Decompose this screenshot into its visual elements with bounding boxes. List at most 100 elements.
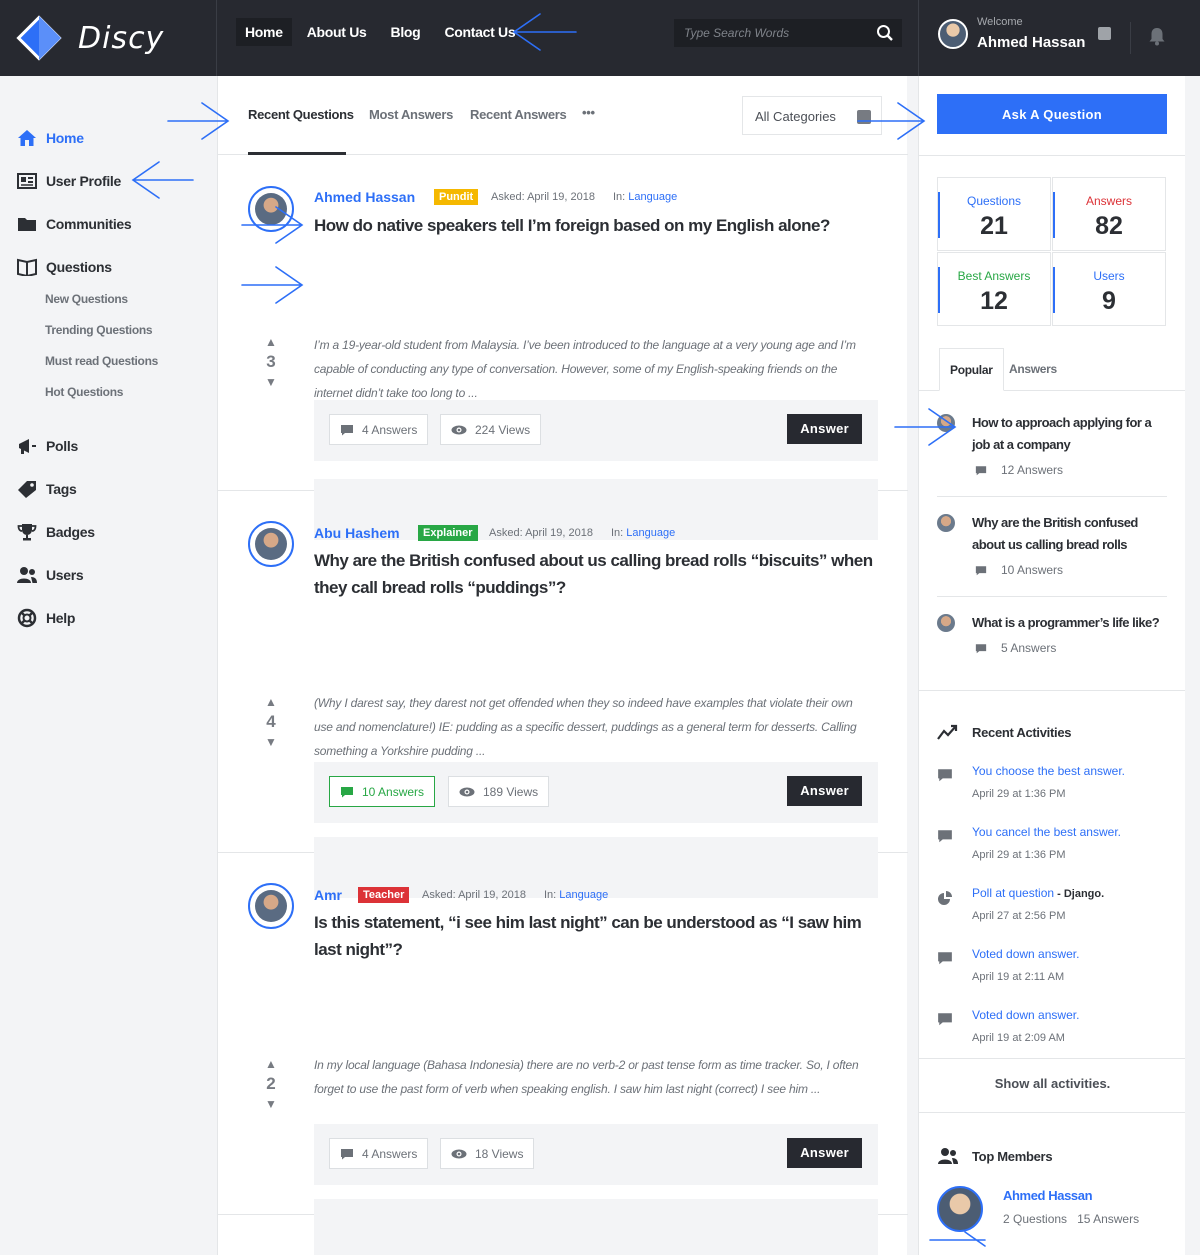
trophy-icon [16,522,38,542]
sidebar-item-polls[interactable]: Polls [16,436,78,456]
author-avatar[interactable] [248,521,294,567]
downvote-icon[interactable]: ▼ [262,1097,280,1111]
vote-count: 3 [266,352,276,371]
activity-date: April 27 at 2:56 PM [972,910,1066,922]
search-icon[interactable] [876,24,894,42]
sidebar-item-tags[interactable]: Tags [16,479,77,499]
upvote-icon[interactable]: ▲ [262,335,280,349]
vote-control: ▲ 2 ▼ [262,1057,280,1111]
downvote-icon[interactable]: ▼ [262,735,280,749]
nav-home[interactable]: Home [236,18,292,46]
question-title[interactable]: Is this statement, “i see him last night… [314,909,884,963]
popular-answers-count: 12 Answers [1001,463,1064,477]
avatar [937,414,955,432]
activity-link[interactable]: Voted down answer. [972,947,1079,961]
member-name[interactable]: Ahmed Hassan [1003,1188,1093,1203]
tab-recent-answers[interactable]: Recent Answers [470,107,567,122]
left-sidebar: Home User Profile Communities Questions … [0,76,217,1255]
header-divider [216,0,217,76]
question-excerpt: I’m a 19-year-old student from Malaysia.… [314,338,856,400]
activity-text[interactable]: Poll at question - Django. [972,886,1104,900]
right-sidebar: Ask A Question Questions 21 Answers 82 B… [918,76,1186,1255]
category-link[interactable]: Language [628,191,677,203]
author-name[interactable]: Abu Hashem [314,525,400,541]
sidebar-item-label: Home [46,130,84,146]
author-avatar[interactable] [248,883,294,929]
tab-most-answers[interactable]: Most Answers [369,107,453,122]
answer-button[interactable]: Answer [787,414,862,444]
avatar [937,514,955,532]
nav-blog[interactable]: Blog [382,18,430,46]
downvote-icon[interactable]: ▼ [262,375,280,389]
popular-title[interactable]: How to approach applying for a job at a … [972,412,1168,456]
asked-date: Asked: April 19, 2018 [491,191,595,203]
bell-icon[interactable] [1148,26,1166,46]
user-name[interactable]: Ahmed Hassan [977,34,1085,51]
answer-button[interactable]: Answer [787,776,862,806]
activity-link[interactable]: You choose the best answer. [972,764,1125,778]
tab-recent-questions[interactable]: Recent Questions [248,107,354,122]
views-count: 224 Views [440,414,542,445]
user-avatar[interactable] [938,19,968,49]
member-avatar[interactable] [937,1186,983,1232]
sidebar-item-badges[interactable]: Badges [16,522,95,542]
category-link[interactable]: Language [559,889,608,901]
activity-link[interactable]: Voted down answer. [972,1008,1079,1022]
upvote-icon[interactable]: ▲ [262,1057,280,1071]
answer-button[interactable]: Answer [787,1138,862,1168]
question-title[interactable]: Why are the British confused about us ca… [314,547,884,601]
question-footer-bar: 10 Answers 189 Views Answer [314,762,878,823]
answers-count-button[interactable]: 4 Answers [329,1138,429,1169]
ask-question-button[interactable]: Ask A Question [937,94,1167,134]
comment-icon [938,1013,952,1026]
page-gutter [1185,76,1200,1255]
author-name[interactable]: Ahmed Hassan [314,189,415,205]
activity-text[interactable]: You choose the best answer. [972,764,1125,778]
logo[interactable]: Discy [14,10,214,66]
nav-contact[interactable]: Contact Us [435,18,524,46]
answers-count: 10 Answers [362,784,425,799]
sidebar-item-label: Questions [46,259,112,275]
question-title[interactable]: How do native speakers tell I’m foreign … [314,212,884,239]
author-avatar[interactable] [248,186,294,232]
tab-popular[interactable]: Popular [939,348,1004,391]
activity-link[interactable]: You cancel the best answer. [972,825,1121,839]
search-input[interactable]: Type Search Words [674,19,902,47]
popular-title[interactable]: Why are the British confused about us ca… [972,512,1168,556]
category-link[interactable]: Language [626,527,675,539]
activity-link[interactable]: Poll at question [972,886,1054,900]
sidebar-item-label: Help [46,610,76,626]
sidebar-subitem-new-questions[interactable]: New Questions [45,292,128,306]
sidebar-subitem-must-read-questions[interactable]: Must read Questions [45,354,158,368]
answers-count-button[interactable]: 4 Answers [329,414,429,445]
popular-title[interactable]: What is a programmer’s life like? [972,612,1168,634]
activity-text[interactable]: Voted down answer. [972,1008,1079,1022]
main-nav: Home About Us Blog Contact Us [236,18,524,46]
category-select[interactable]: All Categories [742,96,882,135]
megaphone-icon [16,436,38,456]
chevron-down-icon[interactable] [1098,27,1111,40]
sidebar-subitem-trending-questions[interactable]: Trending Questions [45,323,153,337]
answers-count-button[interactable]: 10 Answers [329,776,436,807]
sidebar-subitem-hot-questions[interactable]: Hot Questions [45,385,123,399]
recent-activities-header: Recent Activities [937,724,1071,740]
sidebar-item-user-profile[interactable]: User Profile [16,171,121,191]
sidebar-item-questions[interactable]: Questions [16,257,112,277]
activity-text[interactable]: Voted down answer. [972,947,1079,961]
sidebar-item-communities[interactable]: Communities [16,214,132,234]
stat-value: 21 [980,212,1008,240]
tab-answers[interactable]: Answers [999,348,1067,391]
member-stats: 2 Questions 15 Answers [1003,1212,1139,1226]
show-all-activities-link[interactable]: Show all activities. [919,1076,1186,1091]
upvote-icon[interactable]: ▲ [262,695,280,709]
sidebar-item-users[interactable]: Users [16,565,84,585]
trend-line-icon [937,724,959,740]
more-tabs-icon[interactable]: ••• [582,105,595,120]
nav-about[interactable]: About Us [298,18,376,46]
sidebar-item-home[interactable]: Home [16,128,84,148]
author-name[interactable]: Amr [314,887,342,903]
activity-text[interactable]: You cancel the best answer. [972,825,1121,839]
book-icon [16,257,38,277]
comment-icon [938,952,952,965]
sidebar-item-help[interactable]: Help [16,608,75,628]
